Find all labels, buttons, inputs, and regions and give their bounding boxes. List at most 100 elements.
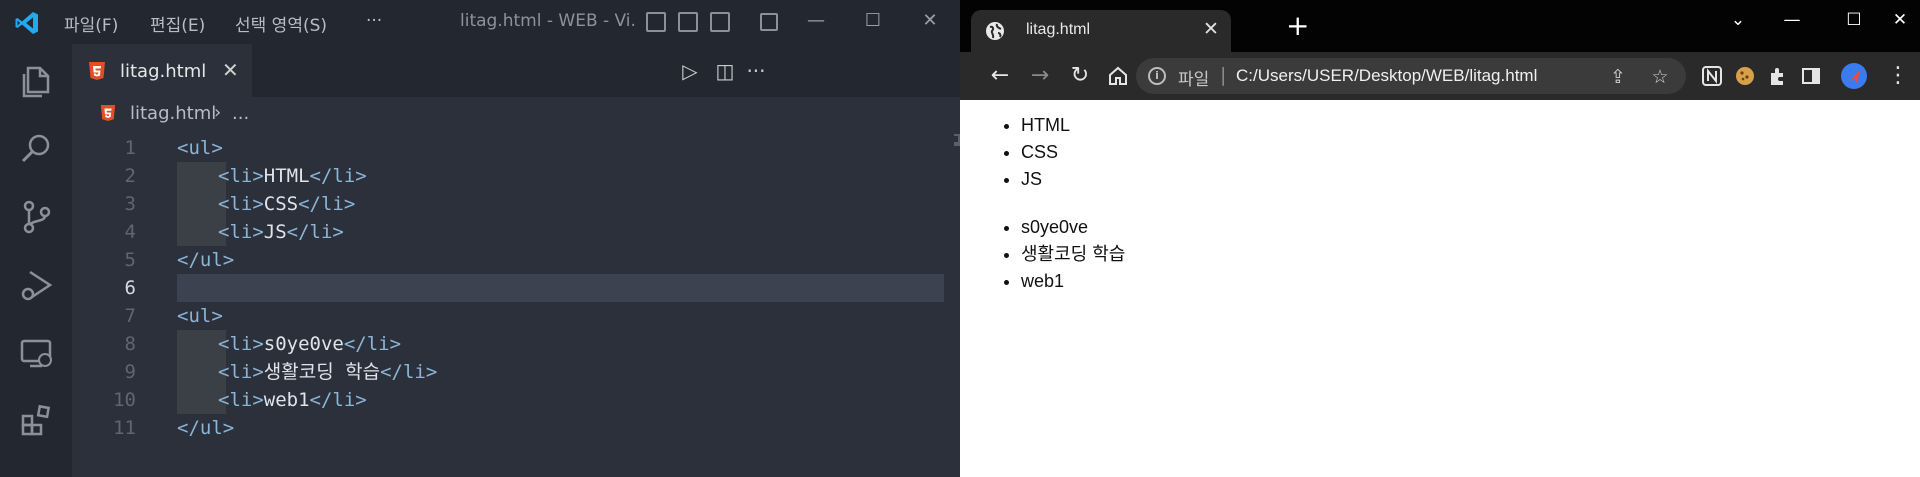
share-icon[interactable]: ⇪: [1606, 65, 1630, 89]
site-info-icon[interactable]: i: [1148, 67, 1166, 85]
code-tag: <ul>: [177, 137, 223, 159]
explorer-icon[interactable]: [18, 62, 56, 100]
code-tag: </li>: [380, 361, 438, 383]
side-panel-icon[interactable]: [1799, 64, 1823, 88]
browser-tab-litag[interactable]: litag.html ✕: [971, 10, 1231, 52]
profile-avatar[interactable]: [1840, 62, 1868, 90]
vscode-titlebar: 파일(F) 편집(E) 선택 영역(S) ··· litag.html - WE…: [0, 0, 960, 44]
code-line: <ul>: [177, 302, 223, 330]
close-window-icon[interactable]: ✕: [1880, 8, 1920, 32]
browser-tab-label: litag.html: [1026, 21, 1091, 38]
code-tag: <li>: [218, 361, 264, 383]
code-text: s0ye0ve: [263, 333, 344, 355]
code-tag: <ul>: [177, 305, 223, 327]
current-line-highlight: [177, 274, 944, 302]
line-number: 6: [124, 277, 136, 299]
code-line: <li>JS</li>: [218, 218, 344, 246]
html-file-icon: [100, 105, 116, 121]
chrome-tab-strip: litag.html ✕ + ⌄ — ☐ ✕: [960, 0, 1920, 52]
line-number: 4: [124, 221, 136, 243]
list-item: 생활코딩 학습: [1021, 241, 1125, 268]
toggle-panel-icon[interactable]: [678, 12, 698, 32]
code-editor[interactable]: 1 2 3 4 5 6 7 8 9 10 11 <ul> <li>HTML</li> <li>CSS</…: [72, 133, 1032, 477]
customize-layout-icon[interactable]: [760, 13, 778, 31]
code-line: <li>생활코딩 학습</li>: [218, 358, 437, 386]
breadcrumb-file[interactable]: litag.html: [130, 103, 216, 124]
editor-tab-litag[interactable]: litag.html ✕: [72, 44, 252, 97]
code-text: HTML: [263, 165, 310, 187]
menu-edit[interactable]: 편집(E): [150, 11, 205, 36]
address-scheme-label: 파일: [1178, 70, 1210, 90]
code-line: <li>CSS</li>: [218, 190, 355, 218]
extensions-icon[interactable]: [18, 402, 56, 440]
window-title: litag.html - WEB - Vi...: [460, 11, 636, 31]
line-number: 10: [113, 389, 136, 411]
menu-more[interactable]: ···: [366, 11, 382, 31]
breadcrumb-separator: ›: [214, 102, 222, 123]
menu-selection[interactable]: 선택 영역(S): [235, 11, 327, 36]
code-tag: </li>: [343, 333, 402, 355]
code-line: <li>HTML</li>: [218, 162, 367, 190]
page-content: HTML CSS JS s0ye0ve 생활코딩 학습 web1: [960, 100, 1920, 477]
run-debug-icon[interactable]: [18, 266, 56, 304]
chrome-toolbar: ← → ↻ i 파일 | C:/Users/USER/Desktop/WEB/l…: [960, 52, 1920, 100]
extensions-puzzle-icon[interactable]: [1766, 64, 1790, 88]
list-item: HTML: [1021, 112, 1070, 139]
toggle-secondary-sidebar-icon[interactable]: [710, 12, 730, 32]
new-tab-button[interactable]: +: [1286, 12, 1309, 40]
cookie-extension-icon[interactable]: [1733, 64, 1757, 88]
list-2: s0ye0ve 생활코딩 학습 web1: [1000, 214, 1125, 295]
remote-explorer-icon[interactable]: [18, 334, 56, 372]
chrome-menu-icon[interactable]: ⋮: [1884, 62, 1912, 90]
menu-file[interactable]: 파일(F): [64, 11, 118, 36]
editor-tab-bar: litag.html ✕ ▷ ◫ ···: [72, 44, 960, 97]
breadcrumb-symbols[interactable]: ...: [232, 103, 249, 124]
back-icon[interactable]: ←: [986, 62, 1014, 90]
code-tag: <li>: [218, 165, 264, 187]
toggle-primary-sidebar-icon[interactable]: [646, 12, 666, 32]
browser-tab-close-icon[interactable]: ✕: [1203, 18, 1219, 40]
vscode-logo-icon: [15, 12, 38, 34]
code-tag: </li>: [309, 165, 367, 187]
more-actions-icon[interactable]: ···: [743, 58, 769, 84]
reload-icon[interactable]: ↻: [1066, 62, 1094, 90]
tab-close-icon[interactable]: ✕: [222, 58, 239, 82]
maximize-icon[interactable]: ☐: [853, 6, 893, 36]
html-file-icon: [89, 62, 105, 80]
split-editor-icon[interactable]: ◫: [712, 58, 738, 84]
code-line: </ul>: [177, 246, 234, 274]
minimize-icon[interactable]: —: [1772, 8, 1812, 32]
globe-icon: [986, 22, 1004, 40]
line-number: 7: [124, 305, 136, 327]
tab-search-icon[interactable]: ⌄: [1718, 8, 1758, 32]
source-control-icon[interactable]: [18, 198, 56, 236]
maximize-icon[interactable]: ☐: [1834, 8, 1874, 32]
address-bar[interactable]: i 파일 | C:/Users/USER/Desktop/WEB/litag.h…: [1136, 58, 1686, 94]
notion-extension-icon[interactable]: [1700, 64, 1724, 88]
code-line: </ul>: [177, 414, 234, 442]
bookmark-star-icon[interactable]: ☆: [1648, 65, 1672, 89]
line-number: 1: [124, 137, 136, 159]
code-text: JS: [263, 221, 287, 243]
close-window-icon[interactable]: ✕: [910, 6, 950, 36]
minimize-icon[interactable]: —: [796, 6, 836, 36]
home-icon[interactable]: [1106, 64, 1130, 88]
code-tag: </ul>: [177, 417, 235, 439]
list-item: JS: [1021, 166, 1070, 193]
forward-icon[interactable]: →: [1026, 62, 1054, 90]
line-number: 9: [124, 361, 136, 383]
code-tag: </li>: [309, 389, 367, 411]
chrome-window: litag.html ✕ + ⌄ — ☐ ✕ ← → ↻ i 파일 | C:/U…: [960, 0, 1920, 477]
code-tag: <li>: [218, 389, 264, 411]
address-url[interactable]: C:/Users/USER/Desktop/WEB/litag.html: [1236, 66, 1537, 86]
code-tag: <li>: [218, 221, 264, 243]
code-tag: <li>: [218, 193, 264, 215]
run-file-icon[interactable]: ▷: [677, 58, 703, 84]
line-number: 2: [124, 165, 136, 187]
address-separator: |: [1220, 64, 1227, 86]
search-icon[interactable]: [18, 130, 56, 168]
code-tag: </ul>: [177, 249, 235, 271]
breadcrumb: litag.html › ...: [72, 97, 960, 133]
code-tag: <li>: [218, 333, 264, 355]
line-number: 5: [124, 249, 136, 271]
